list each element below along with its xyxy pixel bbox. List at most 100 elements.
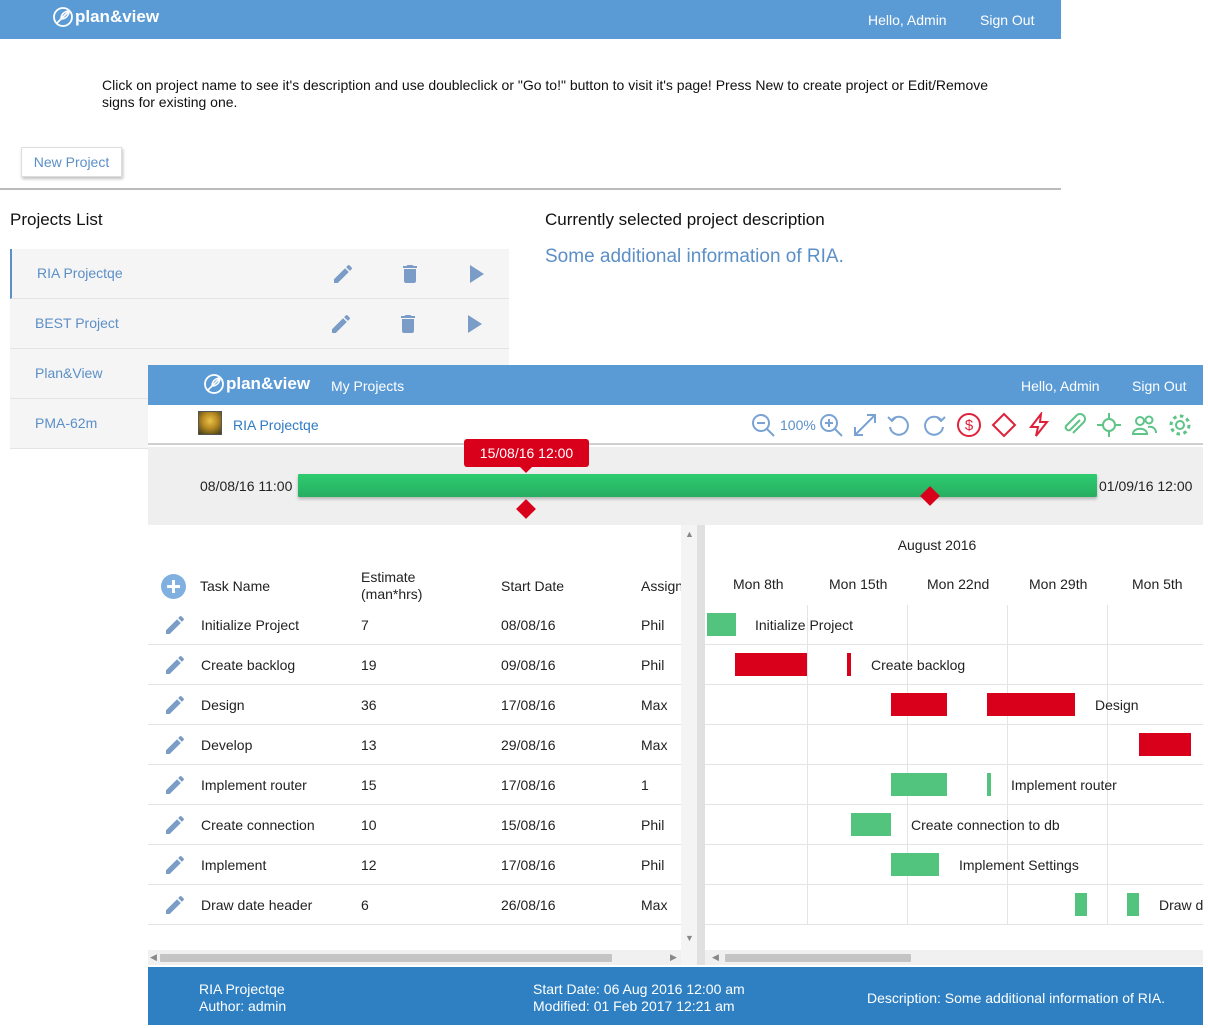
- cell-estimate[interactable]: 19: [361, 657, 377, 673]
- column-header-task-name[interactable]: Task Name: [200, 578, 270, 595]
- cell-estimate[interactable]: 10: [361, 817, 377, 833]
- critical-task-bar[interactable]: [847, 653, 851, 676]
- cell-estimate[interactable]: 36: [361, 697, 377, 713]
- table-row[interactable]: Implement router 15 17/08/16 1: [148, 765, 697, 805]
- edit-pencil-icon[interactable]: [163, 693, 187, 717]
- scroll-left-arrow[interactable]: ◀: [712, 952, 719, 963]
- cell-start-date[interactable]: 09/08/16: [501, 657, 556, 673]
- attachment-icon[interactable]: [1061, 412, 1087, 438]
- cell-assignee[interactable]: Phil: [641, 817, 664, 833]
- cell-task-name[interactable]: Implement router: [201, 777, 307, 793]
- cell-estimate[interactable]: 7: [361, 617, 369, 633]
- project-item[interactable]: BEST Project: [10, 299, 509, 349]
- cell-start-date[interactable]: 17/08/16: [501, 857, 556, 873]
- task-bar[interactable]: [1075, 893, 1087, 916]
- project-name[interactable]: BEST Project: [35, 315, 119, 331]
- cell-task-name[interactable]: Draw date header: [201, 897, 312, 913]
- edit-pencil-icon[interactable]: [163, 653, 187, 677]
- cell-start-date[interactable]: 26/08/16: [501, 897, 556, 913]
- scroll-down-arrow[interactable]: ▼: [685, 933, 694, 943]
- table-row[interactable]: Create connection 10 15/08/16 Phil: [148, 805, 697, 845]
- play-goto-icon[interactable]: [462, 312, 486, 336]
- cell-estimate[interactable]: 12: [361, 857, 377, 873]
- scroll-thumb[interactable]: [725, 954, 911, 962]
- sign-out-link[interactable]: Sign Out: [980, 12, 1034, 28]
- project-item[interactable]: RIA Projectqe: [10, 249, 509, 299]
- cell-task-name[interactable]: Implement: [201, 857, 266, 873]
- cell-start-date[interactable]: 08/08/16: [501, 617, 556, 633]
- users-icon[interactable]: [1131, 412, 1157, 438]
- cell-task-name[interactable]: Create backlog: [201, 657, 295, 673]
- critical-path-icon[interactable]: [1096, 412, 1122, 438]
- settings-gear-icon[interactable]: [1167, 412, 1193, 438]
- edit-pencil-icon[interactable]: [329, 312, 353, 336]
- gantt-horizontal-scrollbar[interactable]: ◀: [705, 950, 1203, 965]
- cell-task-name[interactable]: Initialize Project: [201, 617, 299, 633]
- brand-logo[interactable]: plan&view: [52, 6, 159, 28]
- zoom-in-icon[interactable]: [818, 412, 844, 438]
- column-header-assign[interactable]: Assign: [641, 578, 683, 595]
- edit-pencil-icon[interactable]: [163, 733, 187, 757]
- milestone-marker[interactable]: [516, 499, 536, 519]
- project-name[interactable]: Plan&View: [35, 365, 102, 381]
- cell-task-name[interactable]: Design: [201, 697, 245, 713]
- table-row[interactable]: Develop 13 29/08/16 Max: [148, 725, 697, 765]
- edit-pencil-icon[interactable]: [163, 773, 187, 797]
- cell-estimate[interactable]: 15: [361, 777, 377, 793]
- brand-logo[interactable]: plan&view: [203, 373, 310, 395]
- table-row[interactable]: Initialize Project 7 08/08/16 Phil: [148, 605, 697, 645]
- critical-task-bar[interactable]: [987, 693, 1075, 716]
- column-header-estimate[interactable]: Estimate (man*hrs): [361, 569, 441, 603]
- timeline-range-bar[interactable]: [298, 474, 1097, 497]
- cell-start-date[interactable]: 17/08/16: [501, 697, 556, 713]
- edit-pencil-icon[interactable]: [163, 613, 187, 637]
- edit-pencil-icon[interactable]: [163, 893, 187, 917]
- task-bar[interactable]: [1127, 893, 1139, 916]
- table-row[interactable]: Design 36 17/08/16 Max: [148, 685, 697, 725]
- lightning-icon[interactable]: [1026, 412, 1052, 438]
- redo-icon[interactable]: [921, 412, 947, 438]
- undo-icon[interactable]: [886, 412, 912, 438]
- grid-horizontal-scrollbar[interactable]: ◀ ▶: [148, 950, 681, 965]
- fullscreen-icon[interactable]: [852, 412, 878, 438]
- project-title[interactable]: RIA Projectqe: [233, 417, 319, 433]
- sign-out-link[interactable]: Sign Out: [1132, 378, 1186, 394]
- edit-pencil-icon[interactable]: [163, 813, 187, 837]
- edit-pencil-icon[interactable]: [163, 853, 187, 877]
- play-goto-icon[interactable]: [464, 262, 488, 286]
- task-bar[interactable]: [707, 613, 736, 636]
- table-row[interactable]: Create backlog 19 09/08/16 Phil: [148, 645, 697, 685]
- task-bar[interactable]: [891, 773, 947, 796]
- new-project-button[interactable]: New Project: [21, 147, 122, 177]
- table-row[interactable]: Implement 12 17/08/16 Phil: [148, 845, 697, 885]
- table-row[interactable]: Draw date header 6 26/08/16 Max: [148, 885, 697, 925]
- critical-task-bar[interactable]: [735, 653, 807, 676]
- zoom-out-icon[interactable]: [750, 412, 776, 438]
- cell-estimate[interactable]: 13: [361, 737, 377, 753]
- user-greeting[interactable]: Hello, Admin: [1021, 378, 1100, 394]
- cell-assignee[interactable]: Max: [641, 897, 667, 913]
- diamond-icon[interactable]: [991, 412, 1017, 438]
- scroll-right-arrow[interactable]: ▶: [670, 952, 677, 963]
- critical-task-bar[interactable]: [1139, 733, 1191, 756]
- cell-task-name[interactable]: Develop: [201, 737, 252, 753]
- grid-vertical-scrollbar[interactable]: ▲ ▼: [681, 525, 697, 965]
- user-greeting[interactable]: Hello, Admin: [868, 12, 947, 28]
- trash-icon[interactable]: [398, 262, 422, 286]
- cell-assignee[interactable]: Phil: [641, 857, 664, 873]
- my-projects-link[interactable]: My Projects: [331, 378, 404, 394]
- task-bar[interactable]: [987, 773, 991, 796]
- cell-start-date[interactable]: 15/08/16: [501, 817, 556, 833]
- add-task-button[interactable]: [161, 574, 186, 599]
- cell-task-name[interactable]: Create connection: [201, 817, 315, 833]
- dollar-icon[interactable]: $: [956, 412, 982, 438]
- scroll-thumb[interactable]: [160, 954, 612, 962]
- column-header-start-date[interactable]: Start Date: [501, 578, 564, 595]
- edit-pencil-icon[interactable]: [331, 262, 355, 286]
- task-bar[interactable]: [851, 813, 891, 836]
- grid-gantt-splitter[interactable]: [697, 525, 705, 965]
- trash-icon[interactable]: [396, 312, 420, 336]
- cell-estimate[interactable]: 6: [361, 897, 369, 913]
- scroll-left-arrow[interactable]: ◀: [150, 952, 157, 963]
- cell-assignee[interactable]: 1: [641, 777, 649, 793]
